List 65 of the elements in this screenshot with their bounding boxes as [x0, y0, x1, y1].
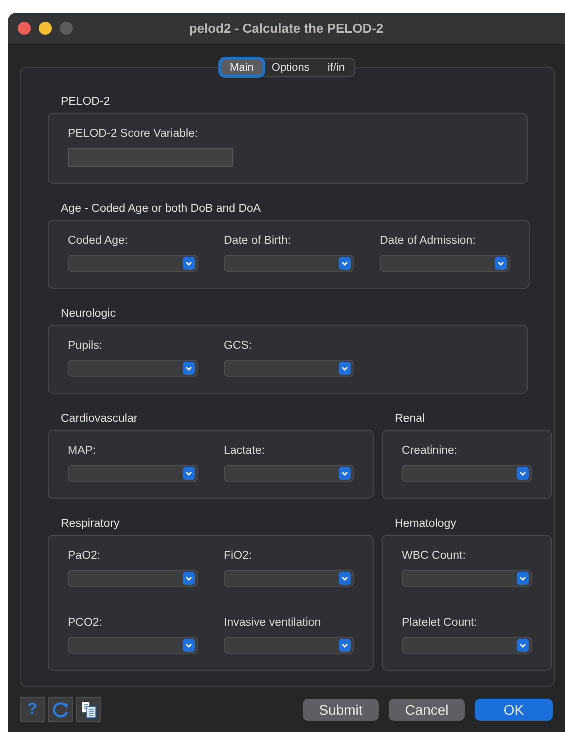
help-button[interactable]: ?	[20, 697, 45, 722]
chevron-icon	[339, 257, 351, 270]
ok-button[interactable]: OK	[475, 698, 553, 720]
chevron-icon	[517, 467, 529, 480]
dropdown[interactable]	[402, 465, 532, 482]
group-title: Age - Coded Age or both DoB and DoA	[60, 203, 262, 217]
group-title: Cardiovascular	[60, 413, 139, 427]
field-label: Coded Age:	[68, 235, 130, 247]
field-label: PELOD-2 Score Variable:	[68, 128, 200, 140]
dropdown[interactable]	[402, 570, 532, 587]
dropdown[interactable]	[68, 570, 198, 587]
field-label: Date of Birth:	[224, 235, 292, 247]
dropdown[interactable]	[224, 465, 354, 482]
chevron-icon	[339, 362, 351, 375]
dropdown[interactable]	[380, 255, 510, 272]
field-label: Creatinine:	[402, 445, 459, 457]
copy-icon	[80, 700, 96, 718]
chevron-icon	[183, 467, 195, 480]
zoom-button[interactable]	[60, 22, 73, 35]
group-title: Renal	[394, 413, 426, 427]
copy-button[interactable]	[76, 697, 101, 722]
group-title: Neurologic	[60, 308, 117, 322]
input-field[interactable]	[68, 148, 233, 167]
field-label: PaO2:	[68, 550, 102, 562]
chevron-icon	[517, 639, 529, 652]
field-label: PCO2:	[68, 617, 104, 629]
dropdown[interactable]	[68, 255, 198, 272]
field-label: GCS:	[224, 340, 254, 352]
chevron-icon	[339, 639, 351, 652]
group-title: Respiratory	[60, 518, 121, 532]
chevron-icon	[517, 572, 529, 585]
dropdown[interactable]	[68, 637, 198, 654]
tab[interactable]: Options	[262, 60, 319, 75]
refresh-icon	[52, 700, 70, 718]
field-label: Platelet Count:	[402, 617, 478, 629]
field-label: MAP:	[68, 445, 98, 457]
group-title: PELOD-2	[60, 96, 112, 110]
dropdown[interactable]	[68, 360, 198, 377]
chevron-icon	[339, 572, 351, 585]
dialog-button[interactable]: Submit	[303, 698, 379, 720]
close-button[interactable]	[18, 22, 31, 35]
field-label: Invasive ventilation	[224, 617, 322, 629]
chevron-icon	[183, 362, 195, 375]
minimize-button[interactable]	[39, 22, 52, 35]
dropdown[interactable]	[224, 255, 354, 272]
field-label: Date of Admission:	[380, 235, 477, 247]
chevron-icon	[183, 572, 195, 585]
dropdown[interactable]	[68, 465, 198, 482]
dropdown[interactable]	[224, 360, 354, 377]
field-label: Lactate:	[224, 445, 266, 457]
group-title: Hematology	[394, 518, 458, 532]
dropdown[interactable]	[224, 570, 354, 587]
chevron-icon	[183, 639, 195, 652]
tab[interactable]: if/in	[318, 60, 354, 75]
field-label: FiO2:	[224, 550, 254, 562]
dialog-button[interactable]: Cancel	[389, 698, 465, 720]
tab[interactable]: Main	[221, 60, 263, 75]
chevron-icon	[339, 467, 351, 480]
field-label: Pupils:	[68, 340, 104, 352]
chevron-icon	[183, 257, 195, 270]
window-title: pelod2 - Calculate the PELOD-2	[189, 21, 384, 36]
field-label: WBC Count:	[402, 550, 467, 562]
dropdown[interactable]	[402, 637, 532, 654]
dropdown[interactable]	[224, 637, 354, 654]
chevron-icon	[495, 257, 507, 270]
